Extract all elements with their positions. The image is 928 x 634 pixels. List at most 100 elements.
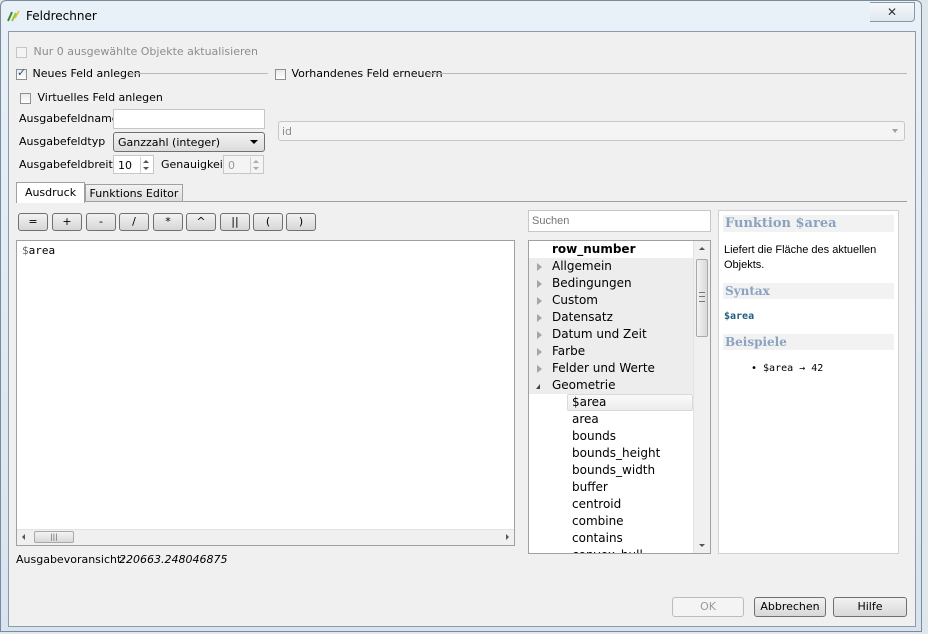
update-field-option[interactable]: Vorhandenes Feld erneuern — [275, 67, 443, 80]
spin-arrows[interactable] — [250, 157, 262, 173]
tab-function-editor-label: Funktions Editor — [89, 187, 179, 200]
tree-item[interactable]: combine — [529, 513, 693, 530]
tree-item[interactable]: row_number — [529, 241, 693, 258]
collapse-arrow-icon[interactable] — [536, 384, 540, 389]
operator-close-paren-button[interactable]: ) — [286, 213, 316, 231]
only-selected-option[interactable]: Nur 0 ausgewählte Objekte aktualisieren — [16, 45, 258, 58]
tree-item-label: Geometrie — [552, 378, 616, 392]
tab-expression-label: Ausdruck — [24, 186, 77, 199]
operator-equals-button[interactable]: = — [18, 213, 48, 231]
expand-arrow-icon[interactable] — [537, 348, 542, 356]
tab-divider — [16, 201, 907, 202]
new-field-option[interactable]: Neues Feld anlegen — [16, 66, 141, 80]
tree-item[interactable]: contains — [529, 530, 693, 547]
output-width-value: 10 — [118, 159, 132, 172]
tree-item-label: combine — [572, 514, 624, 528]
update-field-checkbox[interactable] — [275, 68, 286, 80]
help-examples-heading: Beispiele — [723, 334, 894, 350]
operator-concat-button[interactable]: || — [220, 213, 250, 231]
chevron-down-icon — [250, 140, 258, 144]
spin-down-icon — [253, 167, 259, 170]
tree-item[interactable]: bounds_height — [529, 445, 693, 462]
vertical-scrollbar[interactable] — [693, 241, 710, 553]
tree-item[interactable]: centroid — [529, 496, 693, 513]
tree-item-label: Felder und Werte — [552, 361, 655, 375]
output-name-input[interactable] — [113, 109, 265, 129]
ok-button[interactable]: OK — [672, 597, 744, 617]
expand-arrow-icon[interactable] — [537, 314, 542, 322]
help-description: Liefert die Fläche des aktuellen Objekts… — [724, 244, 877, 271]
spin-up-icon — [143, 160, 149, 163]
precision-label: Genauigkeit — [161, 158, 228, 171]
function-tree[interactable]: row_number Allgemein Bedingungen Custom … — [528, 240, 711, 554]
operator-power-button[interactable]: ^ — [186, 213, 216, 231]
group-divider — [130, 73, 268, 74]
function-help-panel: Funktion $area Liefert die Fläche des ak… — [718, 210, 899, 554]
new-field-checkbox[interactable] — [16, 66, 27, 80]
output-type-value: Ganzzahl (integer) — [118, 136, 221, 149]
tab-function-editor[interactable]: Funktions Editor — [85, 184, 183, 202]
tree-item-label: Bedingungen — [552, 276, 632, 290]
tree-group[interactable]: Datensatz — [529, 309, 693, 326]
tree-group[interactable]: Allgemein — [529, 258, 693, 275]
scroll-left-icon[interactable] — [22, 534, 25, 540]
horizontal-scrollbar[interactable]: ||| — [17, 529, 514, 545]
tree-item-label: Allgemein — [552, 259, 612, 273]
tree-item[interactable]: bounds_width — [529, 462, 693, 479]
tree-item-label: row_number — [552, 242, 636, 256]
tree-item-label: convex_hull — [572, 547, 643, 553]
output-type-select[interactable]: Ganzzahl (integer) — [113, 132, 265, 152]
expand-arrow-icon[interactable] — [537, 263, 542, 271]
operator-divide-button[interactable]: / — [119, 213, 149, 231]
tree-group[interactable]: Felder und Werte — [529, 360, 693, 377]
expression-dollar: $ — [22, 244, 29, 257]
tree-item[interactable]: buffer — [529, 479, 693, 496]
tree-group[interactable]: Farbe — [529, 343, 693, 360]
expand-arrow-icon[interactable] — [537, 365, 542, 373]
spin-up-icon — [253, 160, 259, 163]
tree-group[interactable]: Custom — [529, 292, 693, 309]
spin-down-icon — [143, 167, 149, 170]
tree-item-label: Farbe — [552, 344, 586, 358]
tree-group[interactable]: Datum und Zeit — [529, 326, 693, 343]
expression-body: area — [28, 244, 56, 257]
virtual-field-checkbox[interactable] — [20, 92, 31, 104]
operator-open-paren-button[interactable]: ( — [253, 213, 283, 231]
operator-plus-button[interactable]: + — [52, 213, 82, 231]
existing-field-select[interactable]: id — [278, 121, 905, 141]
expression-editor[interactable]: $area ||| — [16, 240, 515, 546]
cancel-button[interactable]: Abbrechen — [754, 597, 826, 617]
tree-item-label: contains — [572, 531, 623, 545]
precision-spinbox[interactable]: 0 — [223, 155, 264, 174]
close-button[interactable]: ✕ — [870, 2, 915, 22]
tree-item[interactable]: bounds — [529, 428, 693, 445]
virtual-field-option[interactable]: Virtuelles Feld anlegen — [20, 91, 163, 104]
function-search-input[interactable] — [528, 210, 711, 232]
scroll-right-icon[interactable] — [506, 534, 509, 540]
operator-multiply-button[interactable]: * — [153, 213, 183, 231]
expand-arrow-icon[interactable] — [537, 280, 542, 288]
update-field-label: Vorhandenes Feld erneuern — [291, 67, 443, 80]
tab-expression[interactable]: Ausdruck — [16, 182, 85, 203]
tree-group-geometry[interactable]: Geometrie — [529, 377, 693, 394]
output-name-label: Ausgabefeldname — [19, 112, 119, 125]
tree-item[interactable]: convex_hull — [529, 547, 693, 553]
help-title: Funktion $area — [723, 215, 894, 232]
tree-group[interactable]: Bedingungen — [529, 275, 693, 292]
scroll-down-icon[interactable] — [699, 544, 705, 547]
operator-minus-button[interactable]: - — [86, 213, 116, 231]
output-width-label: Ausgabefeldbreite — [19, 158, 120, 171]
tree-item[interactable]: area — [529, 411, 693, 428]
expression-text[interactable]: $area — [22, 244, 55, 257]
expand-arrow-icon[interactable] — [537, 331, 542, 339]
tree-item-selected[interactable]: $area — [529, 394, 693, 411]
scrollbar-thumb[interactable]: ||| — [34, 531, 74, 543]
expand-arrow-icon[interactable] — [537, 297, 542, 305]
scroll-up-icon[interactable] — [699, 247, 705, 250]
scrollbar-thumb[interactable] — [696, 259, 708, 337]
existing-field-value: id — [282, 125, 293, 138]
help-button[interactable]: Hilfe — [833, 597, 907, 617]
only-selected-checkbox[interactable] — [16, 46, 27, 58]
output-width-spinbox[interactable]: 10 — [113, 155, 154, 174]
spin-arrows[interactable] — [140, 157, 152, 173]
